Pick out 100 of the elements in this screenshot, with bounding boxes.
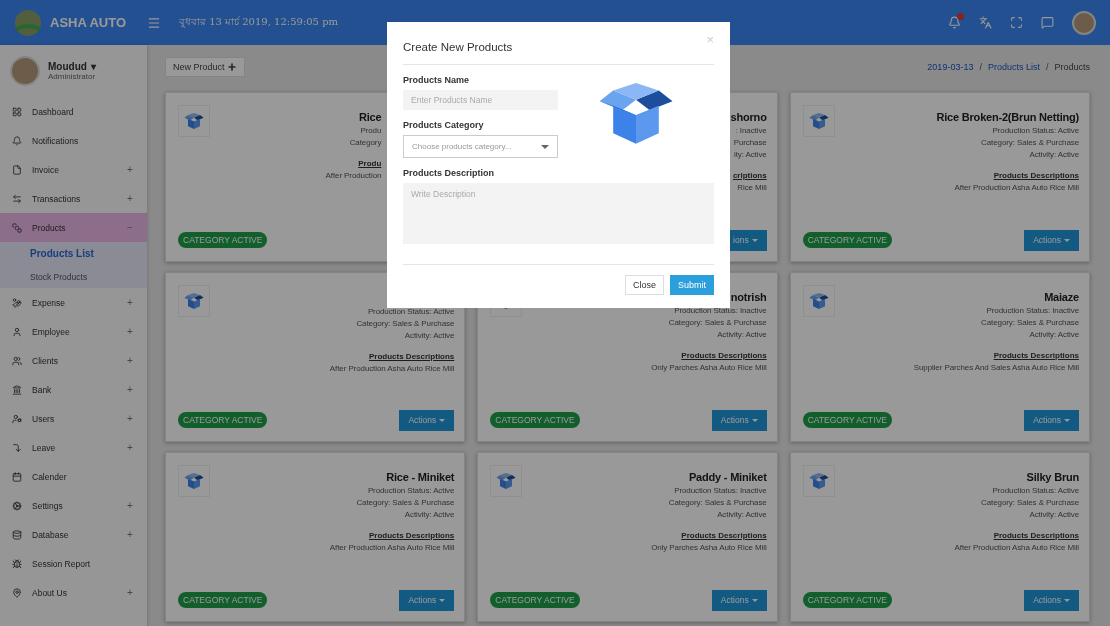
date-time: বুধবার 13 মার্চ 2019, 12:59:05 pm (179, 15, 339, 30)
toggle-sign[interactable]: + (125, 326, 135, 337)
product-description: Only Parches Asha Auto Rice Mill (651, 542, 767, 554)
product-detail: Category: Sales & Purchase (981, 317, 1079, 329)
avatar[interactable] (1072, 10, 1096, 35)
product-title: notrish (730, 291, 767, 303)
product-title: Maiaze (1044, 291, 1079, 303)
toggle-sign[interactable]: + (125, 384, 135, 395)
product-detail: Activity: Active (404, 509, 455, 521)
toggle-sign[interactable]: + (125, 587, 135, 598)
status-badge: CATEGORY ACTIVE (802, 592, 892, 608)
description-heading: Produ (358, 158, 382, 170)
product-description: After Production Asha Auto Rice Mill (329, 542, 455, 554)
product-detail: Activity: Active (1029, 149, 1079, 161)
actions-button[interactable]: Actions (1024, 589, 1079, 611)
box-icon (184, 473, 204, 489)
product-title: Rice (358, 111, 382, 123)
input-field[interactable]: Enter Products Name (403, 90, 558, 110)
status-badge: CATEGORY ACTIVE (490, 412, 580, 428)
calendar-icon (12, 471, 22, 482)
actions-button[interactable]: Actions (399, 409, 455, 431)
product-title: Rice - Miniket (386, 471, 455, 483)
breadcrumb-separator: / (1045, 62, 1049, 72)
actions-button[interactable]: Actions (1024, 409, 1079, 431)
close-button[interactable]: × (706, 32, 714, 47)
bell-icon[interactable] (948, 16, 961, 29)
toggle-sign[interactable]: + (125, 442, 135, 453)
caret-icon[interactable]: ▾ (90, 61, 96, 72)
select-field[interactable]: Choose products category... (403, 135, 558, 158)
product-title: shorno (730, 111, 767, 123)
sidebar-item[interactable]: Notifications (0, 126, 147, 155)
product-detail: Production Status: Active (367, 306, 455, 318)
box-icon (808, 113, 829, 129)
new-product-button[interactable]: New Product (165, 57, 245, 77)
caret-icon (1064, 598, 1070, 602)
sidebar-item[interactable]: Expense + (0, 288, 147, 317)
sidebar-item[interactable]: Clients + (0, 346, 147, 375)
product-detail: Category: Sales & Purchase (356, 497, 455, 509)
caret-icon (1064, 238, 1070, 242)
product-detail: Production Status: Active (992, 125, 1079, 137)
status-badge: CATEGORY ACTIVE (802, 232, 892, 248)
status-badge: CATEGORY ACTIVE (178, 232, 268, 248)
product-detail: Category: Sales & Purchase (356, 318, 455, 330)
box-icon (184, 293, 204, 309)
toggle-sign[interactable]: + (125, 355, 135, 366)
box-icon (808, 473, 829, 489)
sidebar-item[interactable]: Leave + (0, 433, 147, 462)
logo-icon (14, 8, 42, 37)
product-detail: Category: Sales & Purchase (981, 137, 1079, 149)
sidebar-item[interactable]: Employee + (0, 317, 147, 346)
sidebar-item[interactable]: Products − (0, 213, 147, 242)
submit-button[interactable]: Submit (670, 275, 714, 295)
toggle-sign[interactable]: + (125, 164, 135, 175)
people-icon (12, 355, 22, 366)
user-role: Administrator (48, 72, 96, 81)
caret-icon (1064, 418, 1070, 422)
toggle-sign[interactable]: + (125, 413, 135, 424)
caret-icon (751, 598, 758, 602)
product-description: Only Parches Asha Auto Rice Mill (651, 362, 767, 374)
submenu-item[interactable]: Stock Products (0, 265, 147, 288)
actions-button[interactable]: Actions (711, 589, 767, 611)
sidebar-item[interactable]: Calender (0, 462, 147, 491)
sidebar-item[interactable]: Settings + (0, 491, 147, 520)
description-heading: Products Descriptions (681, 530, 767, 542)
actions-button[interactable]: Actions (1024, 229, 1079, 251)
textarea-field[interactable]: Write Description (403, 183, 714, 244)
sidebar-item[interactable]: Database + (0, 520, 147, 549)
submenu-item[interactable]: Products List (0, 242, 147, 265)
arrows-icon (12, 193, 22, 204)
toggle-sign[interactable]: + (125, 297, 135, 308)
sidebar-item[interactable]: Transactions + (0, 184, 147, 213)
fullscreen-icon[interactable] (1010, 16, 1023, 29)
product-detail: Activity: Active (1029, 329, 1079, 341)
toggle-sign[interactable]: + (125, 500, 135, 511)
sidebar-item[interactable]: Users + (0, 404, 147, 433)
user-name[interactable]: Moudud (48, 61, 87, 72)
toggle-sign[interactable]: + (125, 529, 135, 540)
sidebar-item[interactable]: Session Report (0, 549, 147, 578)
file-icon (12, 164, 22, 175)
sidebar-item[interactable]: Bank + (0, 375, 147, 404)
toggle-sign[interactable]: − (125, 222, 135, 233)
actions-button[interactable]: Actions (711, 409, 767, 431)
sidebar-item[interactable]: About Us + (0, 578, 147, 607)
product-detail: Production Status: Inactive (674, 485, 767, 497)
actions-button[interactable]: Actions (399, 589, 455, 611)
product-detail: Activity: Active (717, 509, 767, 521)
breadcrumb-link[interactable]: 2019-03-13 (927, 62, 974, 72)
description-heading: Products Descriptions (681, 350, 767, 362)
translate-icon[interactable] (979, 16, 992, 29)
product-description: After Production Asha Auto Rice Mill (954, 182, 1079, 194)
breadcrumb-link[interactable]: Products List (987, 62, 1040, 72)
menu-icon[interactable] (147, 15, 161, 30)
map-pin-icon (12, 587, 22, 598)
close-button[interactable]: Close (624, 275, 664, 295)
description-heading: criptions (732, 170, 767, 182)
sidebar-item[interactable]: Dashboard (0, 97, 147, 126)
toggle-sign[interactable]: + (125, 193, 135, 204)
bank-icon (12, 384, 22, 395)
sidebar-item[interactable]: Invoice + (0, 155, 147, 184)
chat-icon[interactable] (1041, 16, 1054, 29)
